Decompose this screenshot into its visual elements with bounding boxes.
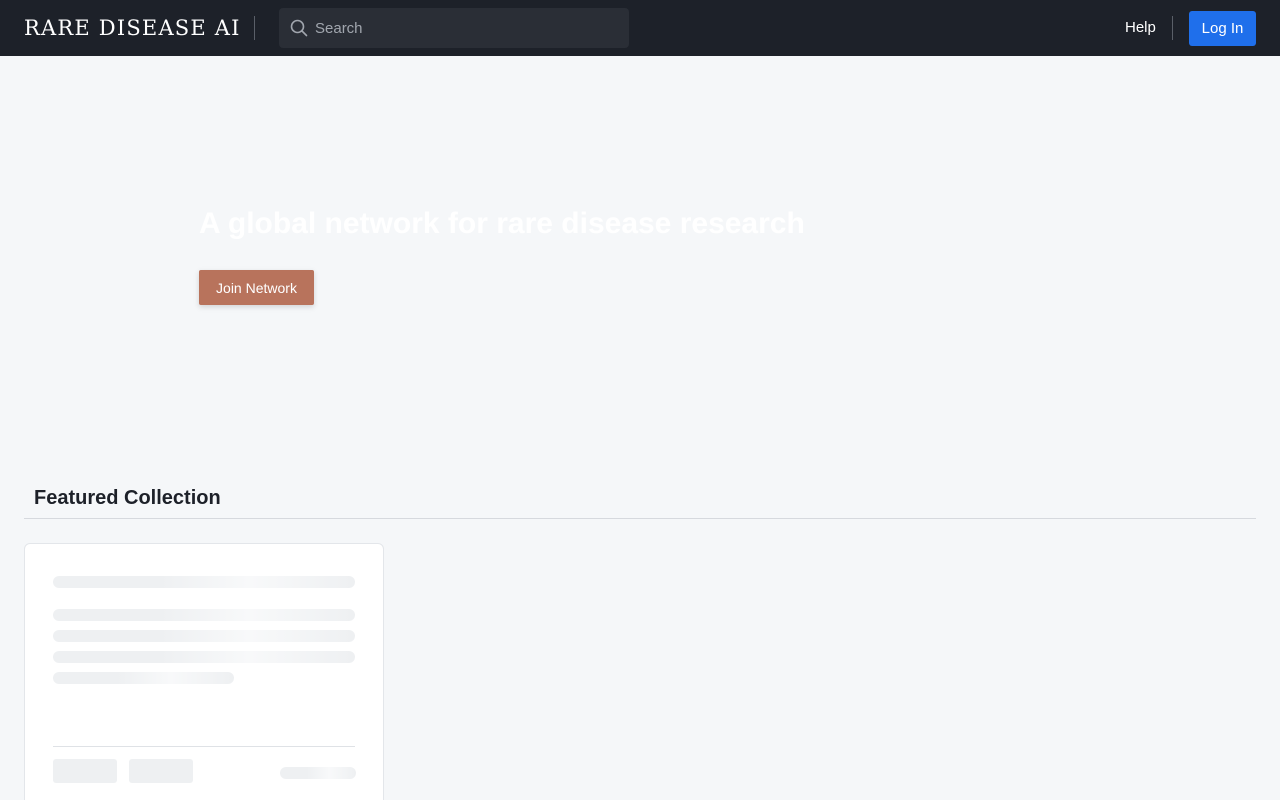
search-box[interactable] [279, 8, 629, 48]
skeleton-tag [53, 759, 117, 783]
card-divider [53, 746, 355, 747]
skeleton-text-line [53, 651, 355, 663]
section-divider [24, 518, 1256, 519]
login-button[interactable]: Log In [1189, 11, 1256, 46]
section-title: Featured Collection [34, 487, 221, 509]
skeleton-meta [280, 767, 356, 779]
skeleton-text-line [53, 672, 234, 684]
skeleton-title-line [53, 576, 355, 588]
top-nav: RARE DISEASE AI Help Log In [0, 0, 1280, 56]
search-icon [290, 19, 308, 37]
skeleton-tag [129, 759, 193, 783]
hero-title: A global network for rare disease resear… [199, 207, 805, 240]
nav-divider [1172, 16, 1173, 40]
join-network-button[interactable]: Join Network [199, 270, 314, 305]
collection-card-skeleton[interactable] [24, 543, 384, 800]
search-input[interactable] [315, 8, 615, 48]
nav-divider [254, 16, 255, 40]
skeleton-text-line [53, 609, 355, 621]
skeleton-text-line [53, 630, 355, 642]
help-link[interactable]: Help [1125, 18, 1156, 38]
logo[interactable]: RARE DISEASE AI [24, 16, 241, 40]
